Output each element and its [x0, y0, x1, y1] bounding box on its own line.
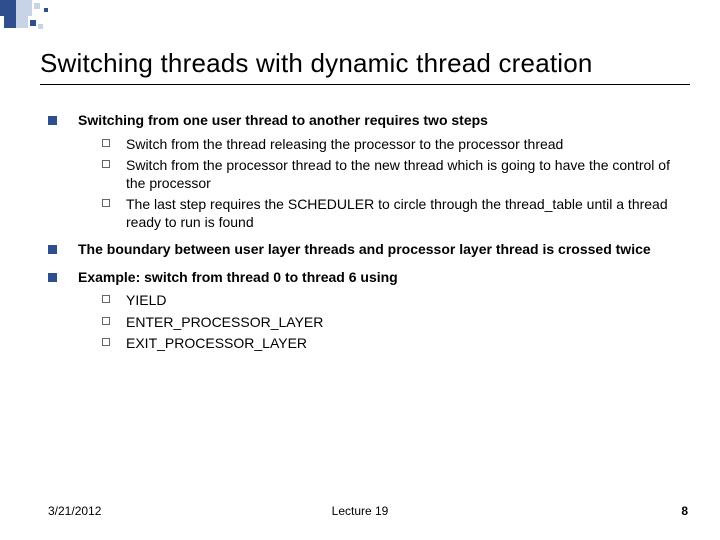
bullet-item: The boundary between user layer threads …: [48, 241, 688, 259]
sub-bullet-item: Switch from the processor thread to the …: [102, 157, 688, 192]
footer-page-number: 8: [681, 504, 688, 518]
bullet-text: Example: switch from thread 0 to thread …: [78, 269, 398, 285]
deco-square-icon: [38, 24, 43, 29]
slide: Switching threads with dynamic thread cr…: [0, 0, 720, 540]
sub-bullet-item: EXIT_PROCESSOR_LAYER: [102, 335, 688, 353]
sub-bullet-item: ENTER_PROCESSOR_LAYER: [102, 314, 688, 332]
bullet-item: Example: switch from thread 0 to thread …: [48, 269, 688, 353]
header-decoration: [0, 0, 100, 40]
deco-square-icon: [0, 0, 16, 16]
bullet-text: Switching from one user thread to anothe…: [78, 112, 488, 128]
deco-square-icon: [34, 3, 40, 9]
bullet-item: Switching from one user thread to anothe…: [48, 112, 688, 231]
footer-center: Lecture 19: [0, 504, 720, 518]
sub-bullet-item: Switch from the thread releasing the pro…: [102, 136, 688, 154]
deco-square-icon: [16, 0, 32, 16]
sub-bullet-item: The last step requires the SCHEDULER to …: [102, 196, 688, 231]
slide-body: Switching from one user thread to anothe…: [48, 112, 688, 363]
deco-square-icon: [30, 20, 36, 26]
slide-title: Switching threads with dynamic thread cr…: [40, 48, 690, 79]
deco-square-icon: [4, 16, 16, 28]
sub-bullet-item: YIELD: [102, 292, 688, 310]
deco-square-icon: [44, 8, 48, 12]
deco-square-icon: [16, 16, 28, 28]
bullet-text: The boundary between user layer threads …: [78, 241, 651, 257]
title-underline: [40, 84, 690, 85]
